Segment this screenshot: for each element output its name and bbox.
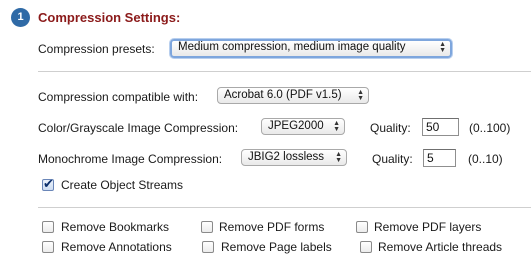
remove-bookmarks-label: Remove Bookmarks	[61, 220, 170, 234]
remove-article-threads-label: Remove Article threads	[378, 240, 503, 254]
remove-bookmarks-checkbox[interactable]	[42, 221, 54, 233]
mono-quality-range: (0..10)	[468, 152, 503, 166]
create-object-streams-label: Create Object Streams	[61, 178, 184, 192]
remove-annotations-checkbox[interactable]	[42, 241, 54, 253]
remove-page-labels-label: Remove Page labels	[221, 240, 332, 254]
compatibility-select-value: Acrobat 6.0 (PDF v1.5)	[224, 89, 342, 101]
presets-select[interactable]: Medium compression, medium image quality…	[170, 39, 452, 58]
remove-pdf-layers-checkbox[interactable]	[356, 221, 368, 233]
select-arrows-icon: ▲ ▼	[335, 151, 342, 164]
color-quality-range: (0..100)	[469, 121, 511, 135]
mono-quality-label: Quality:	[372, 152, 413, 166]
presets-select-value: Medium compression, medium image quality	[178, 41, 406, 53]
remove-page-labels-checkbox[interactable]	[202, 241, 214, 253]
select-arrows-icon: ▲ ▼	[357, 89, 364, 102]
checkmark-icon: ✔	[43, 176, 54, 191]
create-object-streams-checkbox[interactable]: ✔	[42, 176, 54, 191]
color-compression-select[interactable]: JPEG2000 ▲ ▼	[261, 118, 345, 135]
presets-label: Compression presets:	[38, 42, 155, 56]
mono-compression-select-value: JBIG2 lossless	[248, 151, 325, 163]
color-compression-label: Color/Grayscale Image Compression:	[38, 121, 239, 135]
step-number-badge: 1	[11, 8, 30, 27]
color-quality-label: Quality:	[370, 121, 411, 135]
mono-quality-input[interactable]: 5	[423, 149, 456, 167]
select-arrows-icon: ▲ ▼	[439, 41, 446, 54]
color-compression-select-value: JPEG2000	[268, 120, 324, 132]
remove-annotations-label: Remove Annotations	[61, 240, 172, 254]
mono-compression-label: Monochrome Image Compression:	[38, 152, 223, 166]
divider	[38, 207, 531, 208]
compression-settings-panel: 1 Compression Settings: Compression pres…	[0, 0, 531, 267]
select-arrows-icon: ▲ ▼	[333, 120, 340, 133]
section-title: Compression Settings:	[38, 10, 181, 25]
color-quality-input[interactable]: 50	[422, 118, 459, 136]
remove-pdf-forms-label: Remove PDF forms	[219, 220, 325, 234]
mono-compression-select[interactable]: JBIG2 lossless ▲ ▼	[241, 149, 347, 166]
remove-pdf-layers-label: Remove PDF layers	[374, 220, 482, 234]
compatibility-select[interactable]: Acrobat 6.0 (PDF v1.5) ▲ ▼	[217, 87, 369, 104]
divider	[38, 71, 531, 72]
remove-pdf-forms-checkbox[interactable]	[201, 221, 213, 233]
compatibility-label: Compression compatible with:	[38, 90, 199, 104]
remove-article-threads-checkbox[interactable]	[360, 241, 372, 253]
